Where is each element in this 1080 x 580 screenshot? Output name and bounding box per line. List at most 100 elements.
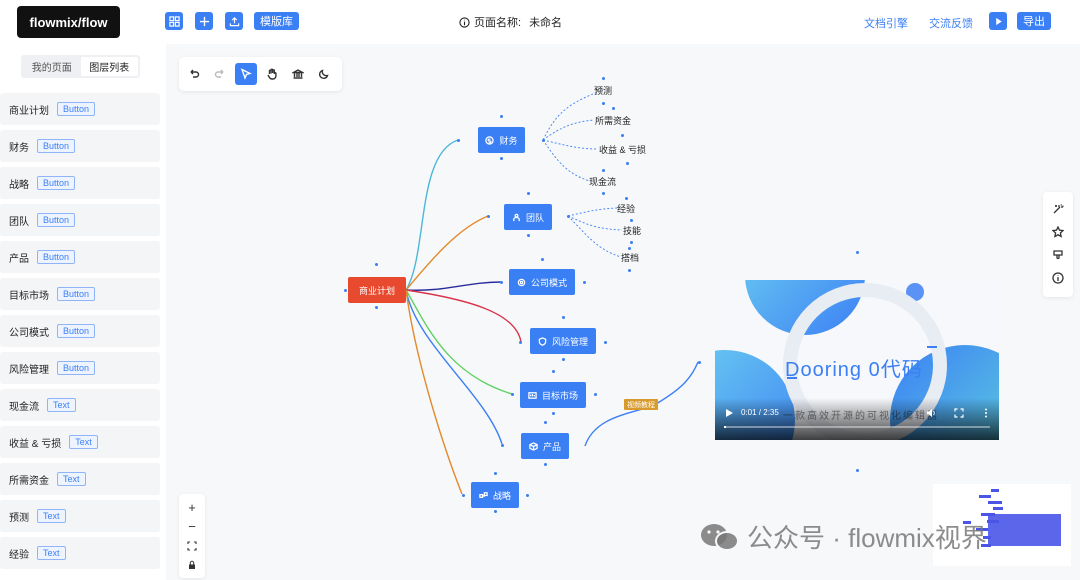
add-button[interactable]	[195, 12, 213, 30]
handle-dot[interactable]	[602, 192, 605, 195]
theme-toggle-button[interactable]	[313, 63, 335, 85]
handle-dot[interactable]	[375, 306, 378, 309]
handle-dot[interactable]	[494, 510, 497, 513]
select-tool-button[interactable]	[235, 63, 257, 85]
handle-dot[interactable]	[628, 269, 631, 272]
leaf-skills[interactable]: 技能	[623, 224, 641, 237]
layer-item[interactable]: 战略 Button	[0, 167, 160, 199]
zoom-out-button[interactable]: −	[185, 519, 199, 534]
handle-dot[interactable]	[602, 102, 605, 105]
volume-icon[interactable]	[926, 408, 936, 418]
tab-my-pages[interactable]: 我的页面	[23, 57, 81, 76]
handle-dot[interactable]	[541, 258, 544, 261]
layer-item[interactable]: 公司模式 Button	[0, 315, 160, 347]
brush-button[interactable]	[1052, 248, 1064, 260]
handle-dot[interactable]	[511, 393, 514, 396]
handle-dot[interactable]	[494, 472, 497, 475]
layer-item[interactable]: 预测 Text	[0, 500, 160, 532]
page-name-value[interactable]: 未命名	[529, 14, 562, 30]
handle-dot[interactable]	[500, 281, 503, 284]
handle-dot[interactable]	[698, 361, 701, 364]
preview-button[interactable]	[989, 12, 1007, 30]
upload-button[interactable]	[225, 12, 243, 30]
layer-item[interactable]: 经验 Text	[0, 537, 160, 569]
play-icon[interactable]	[724, 408, 734, 418]
handle-dot[interactable]	[612, 107, 615, 110]
feedback-link[interactable]: 交流反馈	[929, 15, 973, 31]
handle-dot[interactable]	[527, 234, 530, 237]
layer-item[interactable]: 产品 Button	[0, 241, 160, 273]
node-product[interactable]: 产品	[521, 433, 569, 459]
handle-dot[interactable]	[544, 421, 547, 424]
handle-dot[interactable]	[626, 162, 629, 165]
video-tag[interactable]: 视频教程	[624, 399, 658, 410]
handle-dot[interactable]	[594, 393, 597, 396]
handle-dot[interactable]	[628, 247, 631, 250]
handle-dot[interactable]	[527, 192, 530, 195]
handle-dot[interactable]	[344, 289, 347, 292]
handle-dot[interactable]	[500, 115, 503, 118]
node-target-market[interactable]: 目标市场	[520, 382, 586, 408]
node-risk[interactable]: 风险管理	[530, 328, 596, 354]
magic-wand-button[interactable]	[1052, 202, 1064, 214]
handle-dot[interactable]	[487, 215, 490, 218]
node-root[interactable]: 商业计划	[348, 277, 406, 303]
layer-item[interactable]: 财务 Button	[0, 130, 160, 162]
handle-dot[interactable]	[583, 281, 586, 284]
handle-dot[interactable]	[552, 412, 555, 415]
handle-dot[interactable]	[562, 358, 565, 361]
node-finance[interactable]: 财务	[478, 127, 525, 153]
docs-link[interactable]: 文档引擎	[864, 15, 908, 31]
fullscreen-icon[interactable]	[954, 408, 964, 418]
leaf-cashflow[interactable]: 现金流	[589, 175, 616, 188]
handle-dot[interactable]	[542, 139, 545, 142]
tab-layer-list[interactable]: 图层列表	[80, 57, 138, 76]
flow-canvas[interactable]: 商业计划 财务 团队 公司模式 风险管理 目标市场 产品 战略 预测 所需资金 …	[166, 44, 1080, 580]
handle-dot[interactable]	[602, 77, 605, 80]
layer-item[interactable]: 风险管理 Button	[0, 352, 160, 384]
handle-dot[interactable]	[602, 169, 605, 172]
pan-tool-button[interactable]	[261, 63, 283, 85]
handle-dot[interactable]	[621, 134, 624, 137]
bank-tool-button[interactable]	[287, 63, 309, 85]
handle-dot[interactable]	[544, 463, 547, 466]
handle-dot[interactable]	[552, 370, 555, 373]
video-player[interactable]: Dooring 0代码 0:01 / 2:35 一款高效开源的可视化编辑器	[715, 280, 999, 440]
node-company-model[interactable]: 公司模式	[509, 269, 575, 295]
export-button[interactable]: 导出	[1017, 12, 1051, 30]
handle-dot[interactable]	[562, 316, 565, 319]
handle-dot[interactable]	[856, 469, 859, 472]
layer-item[interactable]: 目标市场 Button	[0, 278, 160, 310]
app-logo[interactable]: flowmix/flow	[17, 6, 120, 38]
node-team[interactable]: 团队	[504, 204, 552, 230]
handle-dot[interactable]	[630, 241, 633, 244]
node-strategy[interactable]: 战略	[471, 482, 519, 508]
leaf-forecast[interactable]: 预测	[594, 84, 612, 97]
handle-dot[interactable]	[519, 341, 522, 344]
handle-dot[interactable]	[501, 444, 504, 447]
undo-button[interactable]	[183, 63, 205, 85]
leaf-pnl[interactable]: 收益 & 亏损	[599, 143, 646, 156]
video-progress[interactable]	[724, 426, 990, 428]
info-button[interactable]	[1052, 271, 1064, 284]
lock-button[interactable]	[185, 558, 199, 572]
more-icon[interactable]	[981, 408, 991, 418]
leaf-partner[interactable]: 搭档	[621, 251, 639, 264]
layout-button[interactable]	[165, 12, 183, 30]
zoom-in-button[interactable]: +	[185, 500, 199, 515]
layer-item[interactable]: 现金流 Text	[0, 389, 160, 421]
layer-item[interactable]: 团队 Button	[0, 204, 160, 236]
handle-dot[interactable]	[856, 251, 859, 254]
leaf-funding[interactable]: 所需资金	[595, 114, 631, 127]
handle-dot[interactable]	[375, 263, 378, 266]
handle-dot[interactable]	[567, 215, 570, 218]
handle-dot[interactable]	[630, 219, 633, 222]
handle-dot[interactable]	[604, 341, 607, 344]
handle-dot[interactable]	[462, 494, 465, 497]
handle-dot[interactable]	[526, 494, 529, 497]
favorite-button[interactable]	[1051, 225, 1065, 238]
handle-dot[interactable]	[625, 197, 628, 200]
fit-view-button[interactable]	[185, 539, 199, 553]
layer-item[interactable]: 商业计划 Button	[0, 93, 160, 125]
leaf-experience[interactable]: 经验	[617, 202, 635, 215]
